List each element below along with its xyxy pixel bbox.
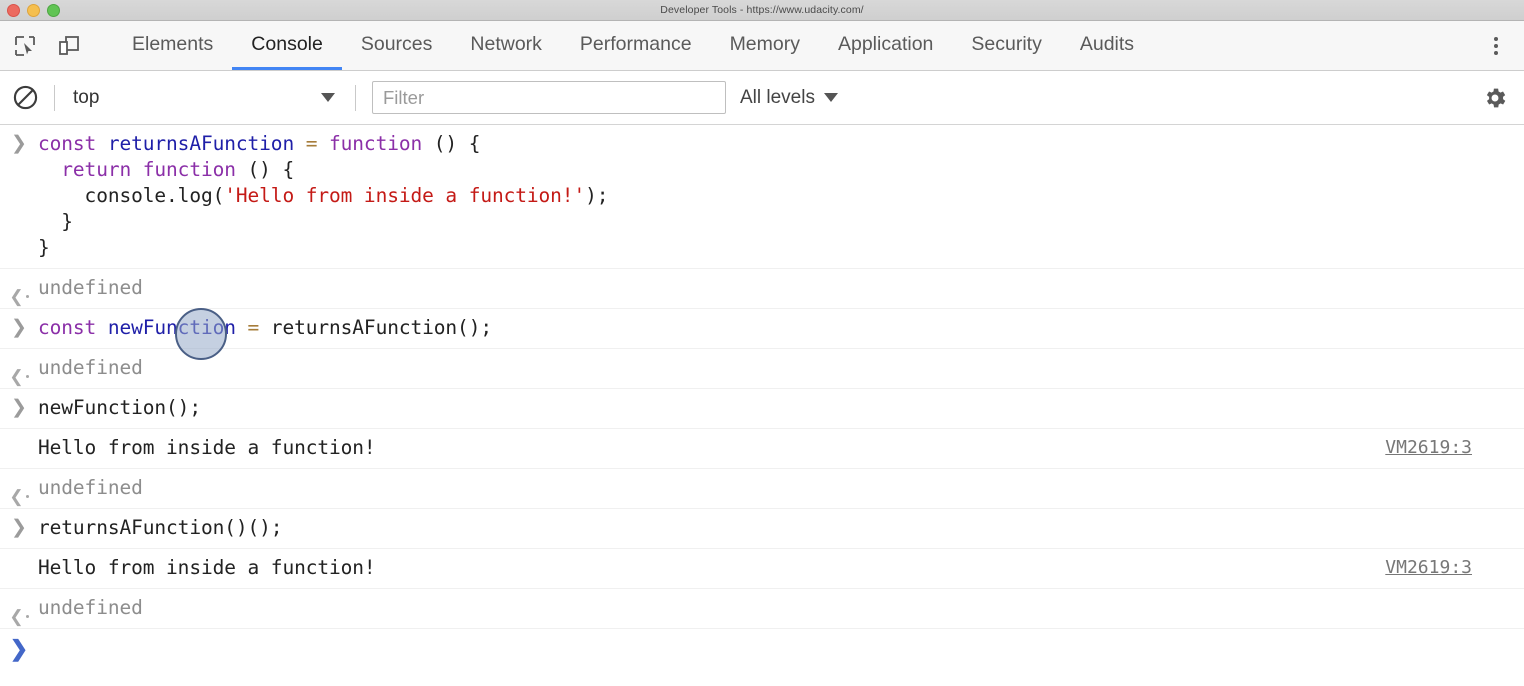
- console-message-list[interactable]: ❯ const returnsAFunction = function () {…: [0, 125, 1524, 667]
- execution-context-value: top: [73, 86, 100, 108]
- console-input-code[interactable]: newFunction();: [38, 389, 1524, 428]
- filter-input[interactable]: [372, 81, 726, 114]
- tab-audits[interactable]: Audits: [1061, 21, 1153, 70]
- devtools-window: Developer Tools - https://www.udacity.co…: [0, 0, 1524, 686]
- console-log-row: Hello from inside a function! VM2619:3: [0, 549, 1524, 589]
- execution-context-select[interactable]: top: [61, 87, 349, 109]
- console-input-row[interactable]: ❯ returnsAFunction()();: [0, 509, 1524, 549]
- console-input-row[interactable]: ❯ newFunction();: [0, 389, 1524, 429]
- result-arrow: ❮: [0, 269, 38, 305]
- title-bar: Developer Tools - https://www.udacity.co…: [0, 0, 1524, 21]
- console-result-row: ❮ undefined: [0, 349, 1524, 389]
- console-log-text: Hello from inside a function!: [38, 556, 376, 579]
- panel-tabs: Elements Console Sources Network Perform…: [113, 21, 1153, 70]
- input-chevron: ❯: [11, 317, 27, 338]
- chevron-down-icon: [321, 93, 335, 102]
- tab-memory[interactable]: Memory: [711, 21, 819, 70]
- tab-application[interactable]: Application: [819, 21, 952, 70]
- console-result-row: ❮ undefined: [0, 469, 1524, 509]
- tab-elements[interactable]: Elements: [113, 21, 232, 70]
- kebab-menu-icon[interactable]: [1479, 29, 1513, 63]
- inspect-element-icon[interactable]: [8, 29, 42, 63]
- console-result-value: undefined: [38, 596, 143, 619]
- chevron-down-icon: [823, 93, 838, 102]
- console-result-value: undefined: [38, 276, 143, 299]
- log-level-value: All levels: [740, 86, 815, 108]
- console-filter-bar: top All levels: [0, 71, 1524, 125]
- source-link[interactable]: VM2619:3: [1385, 549, 1524, 578]
- devtools-tool-icons: [0, 21, 113, 70]
- tab-performance[interactable]: Performance: [561, 21, 711, 70]
- result-arrow: ❮: [0, 589, 38, 625]
- console-result-value: undefined: [38, 476, 143, 499]
- input-chevron: ❯: [11, 397, 27, 418]
- console-result-row: ❮ undefined: [0, 269, 1524, 309]
- window-title: Developer Tools - https://www.udacity.co…: [660, 4, 864, 16]
- panel-tab-bar: Elements Console Sources Network Perform…: [0, 21, 1524, 71]
- console-input-row[interactable]: ❯ const newFunction = returnsAFunction()…: [0, 309, 1524, 349]
- input-chevron: ❯: [11, 517, 27, 538]
- console-log-row: Hello from inside a function! VM2619:3: [0, 429, 1524, 469]
- device-toolbar-icon[interactable]: [52, 29, 86, 63]
- console-input-code[interactable]: returnsAFunction()();: [38, 509, 1524, 548]
- input-chevron: ❯: [11, 133, 27, 154]
- clear-console-icon[interactable]: [10, 83, 40, 113]
- log-gutter: [0, 429, 38, 438]
- tab-sources[interactable]: Sources: [342, 21, 452, 70]
- console-result-row: ❮ undefined: [0, 589, 1524, 629]
- tab-security[interactable]: Security: [952, 21, 1060, 70]
- console-input-code[interactable]: const returnsAFunction = function () { r…: [38, 125, 1524, 268]
- log-level-select[interactable]: All levels: [740, 87, 838, 109]
- result-arrow: ❮: [0, 469, 38, 505]
- gear-icon[interactable]: [1478, 81, 1512, 115]
- console-prompt-row[interactable]: ❯: [0, 629, 1524, 667]
- filterbar-divider-2: [355, 84, 356, 111]
- result-arrow: ❮: [0, 349, 38, 385]
- tab-console[interactable]: Console: [232, 21, 342, 70]
- log-gutter: [0, 549, 38, 558]
- console-log-text: Hello from inside a function!: [38, 436, 376, 459]
- source-link[interactable]: VM2619:3: [1385, 429, 1524, 458]
- active-prompt-chevron: ❯: [9, 636, 29, 661]
- tab-bar-right: [1470, 21, 1524, 70]
- console-prompt-input[interactable]: [38, 629, 1524, 642]
- filterbar-divider-1: [54, 84, 55, 111]
- console-input-code[interactable]: const newFunction = returnsAFunction();: [38, 309, 1524, 348]
- tab-network[interactable]: Network: [451, 21, 561, 70]
- console-result-value: undefined: [38, 356, 143, 379]
- console-input-row[interactable]: ❯ const returnsAFunction = function () {…: [0, 125, 1524, 269]
